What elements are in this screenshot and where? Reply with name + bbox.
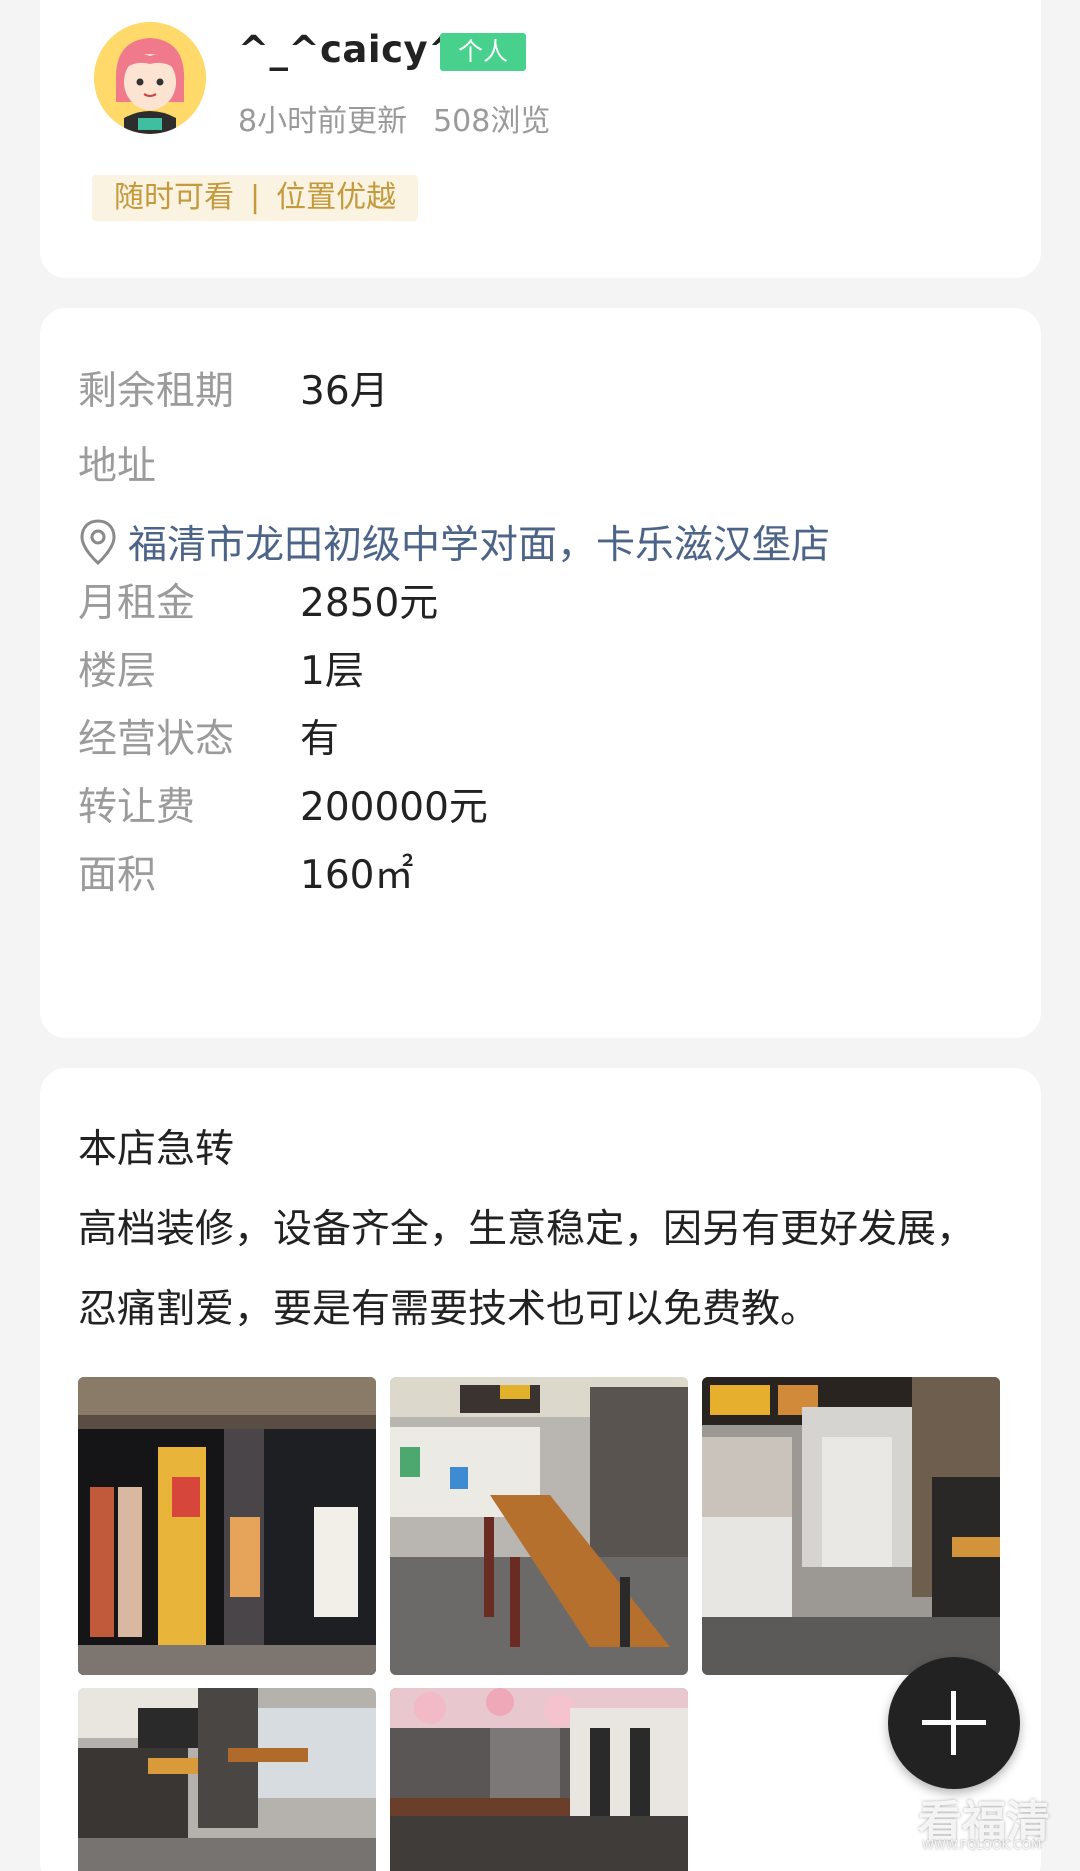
description-card: 本店急转 高档装修，设备齐全，生意稳定，因另有更好发展，忍痛割爱，要是有需要技术…	[40, 1068, 1041, 1871]
status-row: 经营状态 有	[78, 708, 339, 764]
rent-value: 2850元	[300, 581, 439, 626]
photo-decor[interactable]	[390, 1688, 688, 1871]
user-card: ^_^caicy^_ 个人 8小时前更新 508浏览 随时可看 | 位置优越	[40, 0, 1041, 278]
counter-photo	[702, 1377, 1000, 1675]
decor-photo	[390, 1688, 688, 1871]
feature-first: 随时可看	[114, 180, 234, 215]
dining-area-photo	[390, 1377, 688, 1675]
feature-separator: |	[250, 180, 261, 215]
floor-row: 楼层 1层	[78, 640, 364, 696]
area-label: 面积	[78, 853, 157, 898]
lease-value: 36月	[300, 369, 389, 414]
listing-page: ^_^caicy^_ 个人 8小时前更新 508浏览 随时可看 | 位置优越 剩余租期…	[0, 0, 1080, 1871]
photo-dining-area[interactable]	[390, 1377, 688, 1675]
seating-photo	[78, 1688, 376, 1871]
lease-label: 剩余租期	[78, 369, 235, 414]
description-body: 高档装修，设备齐全，生意稳定，因另有更好发展，忍痛割爱，要是有需要技术也可以免费…	[78, 1207, 976, 1332]
status-label: 经营状态	[78, 717, 235, 762]
location-pin-icon	[80, 519, 116, 565]
feature-second: 位置优越	[276, 180, 397, 215]
floor-label: 楼层	[78, 649, 157, 694]
fee-row: 转让费 200000元	[78, 776, 488, 832]
photo-storefront[interactable]	[78, 1377, 376, 1675]
status-value: 有	[300, 717, 340, 762]
area-value: 160㎡	[300, 853, 414, 898]
details-card: 剩余租期 36月 地址 福清市龙田初级中学对面，卡乐滋汉堡店 月租金 2850元 楼…	[40, 308, 1041, 1038]
rent-row: 月租金 2850元	[78, 572, 438, 628]
photo-counter[interactable]	[702, 1377, 1000, 1675]
description-title: 本店急转	[78, 1127, 235, 1172]
address-label: 地址	[78, 444, 157, 489]
updated-time: 8小时前更新	[238, 104, 408, 139]
avatar-illustration	[94, 22, 206, 134]
floor-value: 1层	[300, 649, 364, 694]
address-text: 福清市龙田初级中学对面，卡乐滋汉堡店	[128, 523, 831, 568]
rent-label: 月租金	[78, 581, 196, 626]
post-meta: 8小时前更新 508浏览	[238, 96, 550, 140]
storefront-photo	[78, 1377, 376, 1675]
fee-value: 200000元	[300, 785, 488, 830]
add-button[interactable]	[888, 1657, 1020, 1789]
lease-row: 剩余租期 36月	[78, 360, 389, 416]
feature-tag: 随时可看 | 位置优越	[92, 175, 419, 221]
site-watermark-url: WWW.FQLOOK.COM	[922, 1838, 1042, 1852]
photo-seating[interactable]	[78, 1688, 376, 1871]
area-row: 面积 160㎡	[78, 844, 413, 900]
personal-badge: 个人	[440, 33, 526, 71]
plus-icon-vertical	[951, 1691, 956, 1755]
fee-label: 转让费	[78, 785, 196, 830]
view-count: 508浏览	[433, 104, 551, 139]
avatar[interactable]	[94, 22, 206, 134]
address-link[interactable]: 福清市龙田初级中学对面，卡乐滋汉堡店	[78, 514, 830, 570]
